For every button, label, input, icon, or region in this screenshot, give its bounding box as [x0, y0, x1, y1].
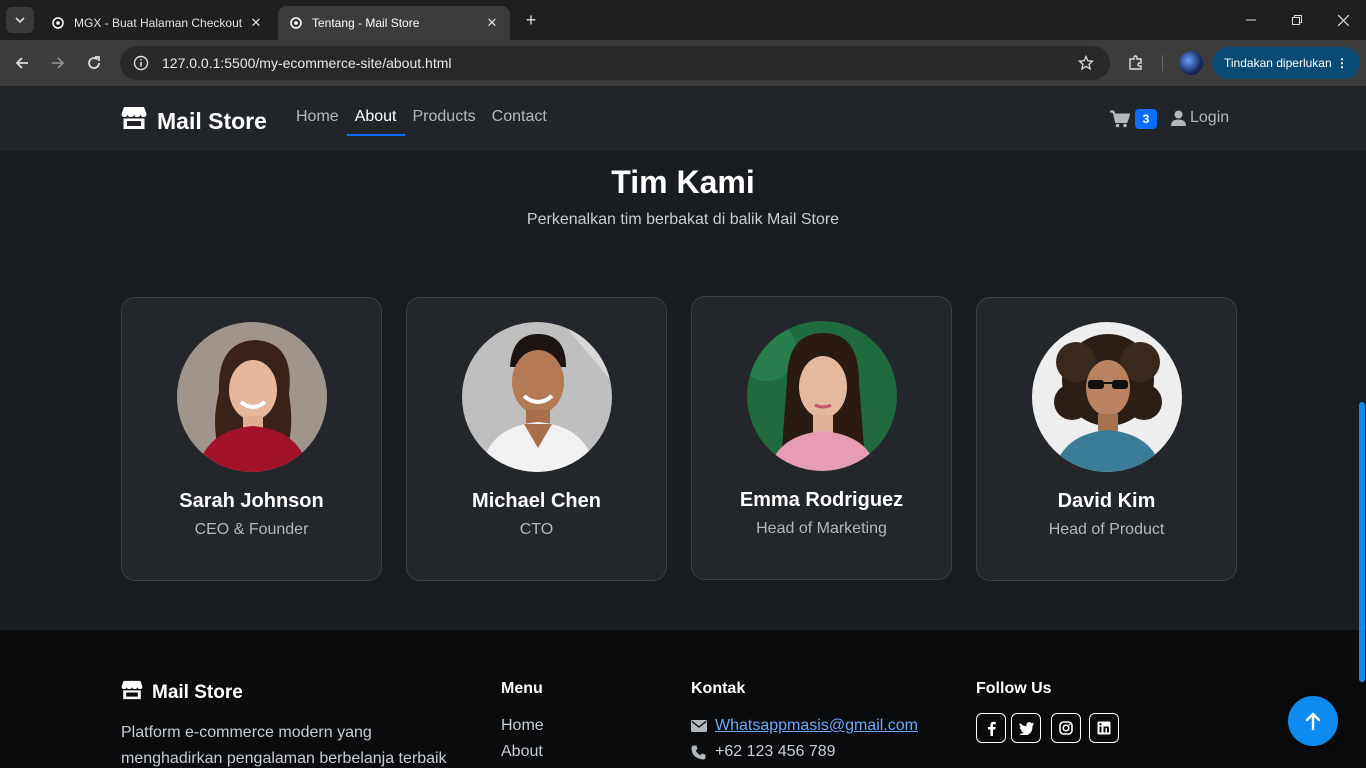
footer-link-home[interactable]: Home — [501, 717, 544, 735]
site-footer: Mail Store Platform e-commerce modern ya… — [0, 630, 1366, 768]
tab-title: Tentang - Mail Store — [312, 16, 420, 30]
page-scrollbar[interactable] — [1358, 86, 1366, 768]
nav-links: Home About Products Contact — [296, 108, 563, 136]
reload-button[interactable] — [81, 50, 107, 76]
footer-link-about[interactable]: About — [501, 743, 543, 761]
profile-avatar[interactable] — [1179, 51, 1203, 75]
footer-contact-title: Kontak — [691, 680, 746, 697]
arrow-up-icon — [1305, 712, 1321, 730]
mgx-favicon-icon — [288, 15, 304, 31]
footer-brand[interactable]: Mail Store — [121, 680, 243, 706]
tab-title: MGX - Buat Halaman Checkout — [74, 16, 243, 30]
browser-tab-checkout[interactable]: MGX - Buat Halaman Checkout ✕ — [40, 6, 274, 40]
close-icon — [1337, 14, 1349, 26]
restore-button[interactable] — [1274, 0, 1320, 40]
more-vertical-icon[interactable]: ⋮ — [1336, 56, 1348, 70]
instagram-button[interactable] — [1051, 713, 1081, 743]
footer-follow-title: Follow Us — [976, 680, 1052, 697]
team-section-title: Tim Kami — [611, 164, 755, 200]
footer-phone: +62 123 456 789 — [691, 743, 836, 761]
instagram-icon — [1059, 721, 1073, 735]
new-tab-button[interactable]: + — [520, 9, 542, 31]
linkedin-button[interactable] — [1089, 713, 1119, 743]
nav-link-products[interactable]: Products — [413, 108, 476, 136]
action-required-label: Tindakan diperlukan — [1224, 56, 1332, 70]
arrow-right-icon — [52, 57, 65, 69]
footer-description: Platform e-commerce modern yang menghadi… — [121, 724, 447, 767]
nav-link-home[interactable]: Home — [296, 108, 339, 136]
action-required-button[interactable]: Tindakan diperlukan ⋮ — [1212, 47, 1360, 79]
footer-brand-name: Mail Store — [152, 682, 243, 703]
tab-search-button[interactable] — [6, 7, 34, 33]
member-name: Sarah Johnson — [179, 490, 324, 512]
login-label: Login — [1190, 109, 1230, 126]
team-card: Michael Chen CTO — [406, 297, 667, 581]
scrollbar-thumb[interactable] — [1359, 402, 1365, 682]
cart-button[interactable]: 3 — [1110, 109, 1157, 129]
mgx-favicon-icon — [50, 15, 66, 31]
facebook-icon — [987, 721, 996, 736]
nav-link-contact[interactable]: Contact — [492, 108, 547, 136]
avatar — [1032, 322, 1182, 472]
browser-tab-about[interactable]: Tentang - Mail Store ✕ — [278, 6, 510, 40]
shopping-cart-icon — [1110, 110, 1130, 128]
avatar — [462, 322, 612, 472]
store-icon — [121, 106, 147, 136]
member-role: CTO — [519, 521, 554, 538]
phone-icon — [691, 745, 707, 760]
chevron-down-icon — [15, 17, 25, 24]
close-icon[interactable]: ✕ — [248, 15, 264, 31]
address-bar[interactable]: 127.0.0.1:5500/my-ecommerce-site/about.h… — [120, 46, 1110, 80]
navbar-brand[interactable]: Mail Store — [121, 106, 267, 136]
member-role: Head of Product — [1048, 521, 1165, 538]
team-card: Emma Rodriguez Head of Marketing — [691, 296, 952, 580]
team-section-subtitle: Perkenalkan tim berbakat di balik Mail S… — [526, 211, 840, 228]
team-card: Sarah Johnson CEO & Founder — [121, 297, 382, 581]
brand-name: Mail Store — [157, 107, 267, 134]
extensions-puzzle-icon[interactable] — [1125, 52, 1147, 74]
url-text[interactable]: 127.0.0.1:5500/my-ecommerce-site/about.h… — [162, 55, 1076, 71]
arrow-left-icon — [15, 57, 28, 69]
facebook-button[interactable] — [976, 713, 1006, 743]
info-icon[interactable] — [132, 54, 150, 72]
twitter-icon — [1018, 721, 1034, 735]
user-icon — [1171, 110, 1186, 126]
avatar — [747, 321, 897, 471]
phone-text: +62 123 456 789 — [715, 743, 836, 760]
forward-button[interactable] — [45, 50, 71, 76]
reload-icon — [88, 56, 100, 69]
restore-icon — [1292, 15, 1302, 25]
browser-toolbar: 127.0.0.1:5500/my-ecommerce-site/about.h… — [0, 40, 1366, 86]
twitter-button[interactable] — [1011, 713, 1041, 743]
member-name: Michael Chen — [472, 490, 601, 512]
back-to-top-button[interactable] — [1288, 696, 1338, 746]
member-role: Head of Marketing — [756, 520, 887, 537]
footer-email: Whatsappmasis@gmail.com — [691, 717, 918, 735]
back-button[interactable] — [9, 50, 35, 76]
avatar — [177, 322, 327, 472]
minimize-button[interactable] — [1228, 0, 1274, 40]
member-role: CEO & Founder — [194, 521, 309, 538]
member-name: David Kim — [1057, 490, 1156, 512]
minimize-icon — [1246, 19, 1256, 21]
footer-menu-title: Menu — [501, 680, 543, 697]
team-card: David Kim Head of Product — [976, 297, 1237, 581]
cart-count-badge: 3 — [1135, 109, 1157, 129]
bookmark-star-icon[interactable] — [1076, 55, 1096, 71]
store-icon — [121, 680, 143, 706]
nav-link-about[interactable]: About — [346, 108, 405, 136]
close-icon[interactable]: ✕ — [484, 15, 500, 31]
linkedin-icon — [1097, 721, 1111, 735]
member-name: Emma Rodriguez — [739, 489, 904, 511]
toolbar-divider — [1162, 55, 1163, 71]
email-link[interactable]: Whatsappmasis@gmail.com — [715, 717, 918, 735]
envelope-icon — [691, 720, 707, 732]
site-navbar: Mail Store Home About Products Contact 3… — [0, 86, 1366, 151]
login-link[interactable]: Login — [1171, 109, 1229, 127]
browser-tab-bar: MGX - Buat Halaman Checkout ✕ Tentang - … — [0, 0, 1366, 40]
close-window-button[interactable] — [1320, 0, 1366, 40]
